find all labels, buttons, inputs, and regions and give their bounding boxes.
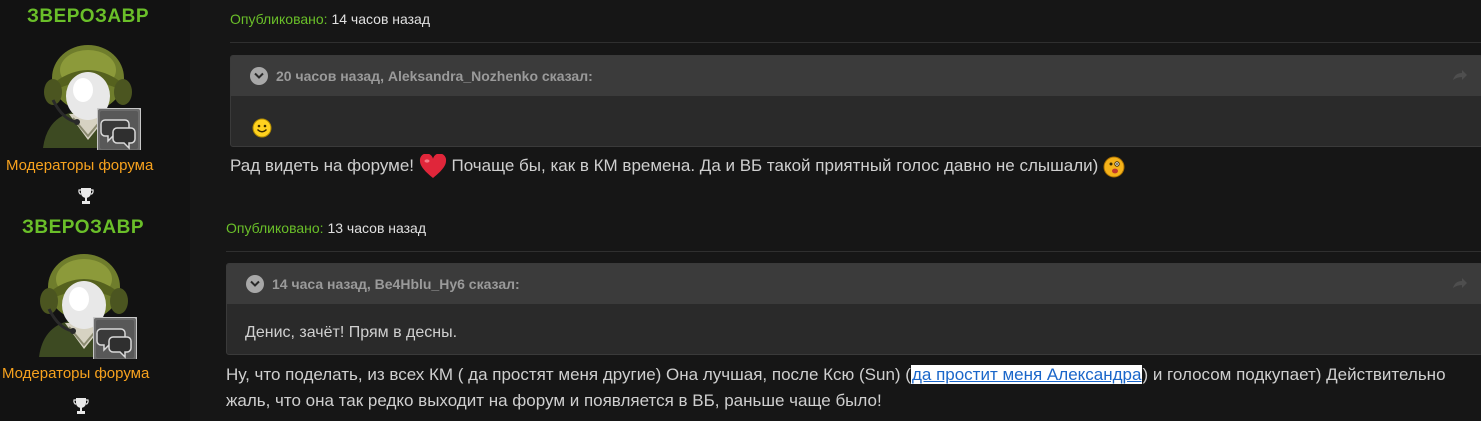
author-name[interactable]: ЗВЕРОЗАВР: [27, 6, 149, 28]
quote-block: 20 часов назад, Aleksandra_Nozhenko сказ…: [230, 55, 1481, 147]
trophy-icon[interactable]: [78, 187, 94, 205]
published-label: Опубликовано:: [230, 11, 328, 27]
post-link[interactable]: да простит меня Александра: [910, 365, 1143, 384]
quote-content: [231, 96, 1481, 143]
author-name[interactable]: ЗВЕРОЗАВР: [22, 217, 144, 239]
trophy-icon[interactable]: [73, 397, 89, 415]
published-label: Опубликовано:: [226, 220, 324, 236]
chevron-down-icon[interactable]: [250, 67, 268, 85]
avatar[interactable]: [33, 40, 143, 150]
quote-citation: 20 часов назад, Aleksandra_Nozhenko сказ…: [276, 68, 593, 84]
quote-content: Денис, зачёт! Прям в десны.: [245, 324, 458, 341]
heart-emoji-icon: [419, 153, 446, 178]
post-text: жаль, что она так редко выходит на форум…: [226, 391, 882, 410]
quote-header[interactable]: 20 часов назад, Aleksandra_Nozhenko сказ…: [231, 56, 1481, 96]
confused-emoji-icon: [1103, 156, 1125, 178]
user-group: Модераторы форума: [6, 157, 154, 174]
post-text: Ну, что поделать, из всех КМ ( да простя…: [226, 365, 911, 384]
share-arrow-icon[interactable]: [1452, 68, 1468, 82]
quote-citation: 14 часа назад, Be4Hblu_Hy6 сказал:: [272, 276, 520, 292]
post-text: Почаще бы, как в КМ времена. Да и ВБ так…: [446, 156, 1104, 175]
divider: [230, 42, 1481, 43]
smile-emoji-icon: [252, 118, 272, 138]
post-text: Рад видеть на форуме!: [230, 156, 419, 175]
speech-bubbles-icon: [97, 108, 141, 150]
post-content: Рад видеть на форуме! Почаще бы, как в К…: [230, 153, 1125, 180]
chevron-down-icon[interactable]: [246, 275, 264, 293]
published-time[interactable]: 13 часов назад: [327, 220, 426, 236]
quote-block: 14 часа назад, Be4Hblu_Hy6 сказал: Денис…: [226, 263, 1481, 355]
post-text: ) и голосом подкупает) Действительно: [1142, 365, 1446, 384]
avatar[interactable]: [29, 249, 139, 359]
published-time[interactable]: 14 часов назад: [331, 11, 430, 27]
post-meta: Опубликовано: 13 часов назад: [226, 220, 426, 236]
quote-header[interactable]: 14 часа назад, Be4Hblu_Hy6 сказал:: [227, 264, 1481, 304]
post-meta: Опубликовано: 14 часов назад: [230, 11, 430, 27]
divider: [226, 251, 1481, 252]
share-arrow-icon[interactable]: [1452, 276, 1468, 290]
post-content: Ну, что поделать, из всех КМ ( да простя…: [226, 362, 1481, 414]
speech-bubbles-icon: [93, 317, 137, 359]
user-group: Модераторы форума: [2, 365, 150, 382]
